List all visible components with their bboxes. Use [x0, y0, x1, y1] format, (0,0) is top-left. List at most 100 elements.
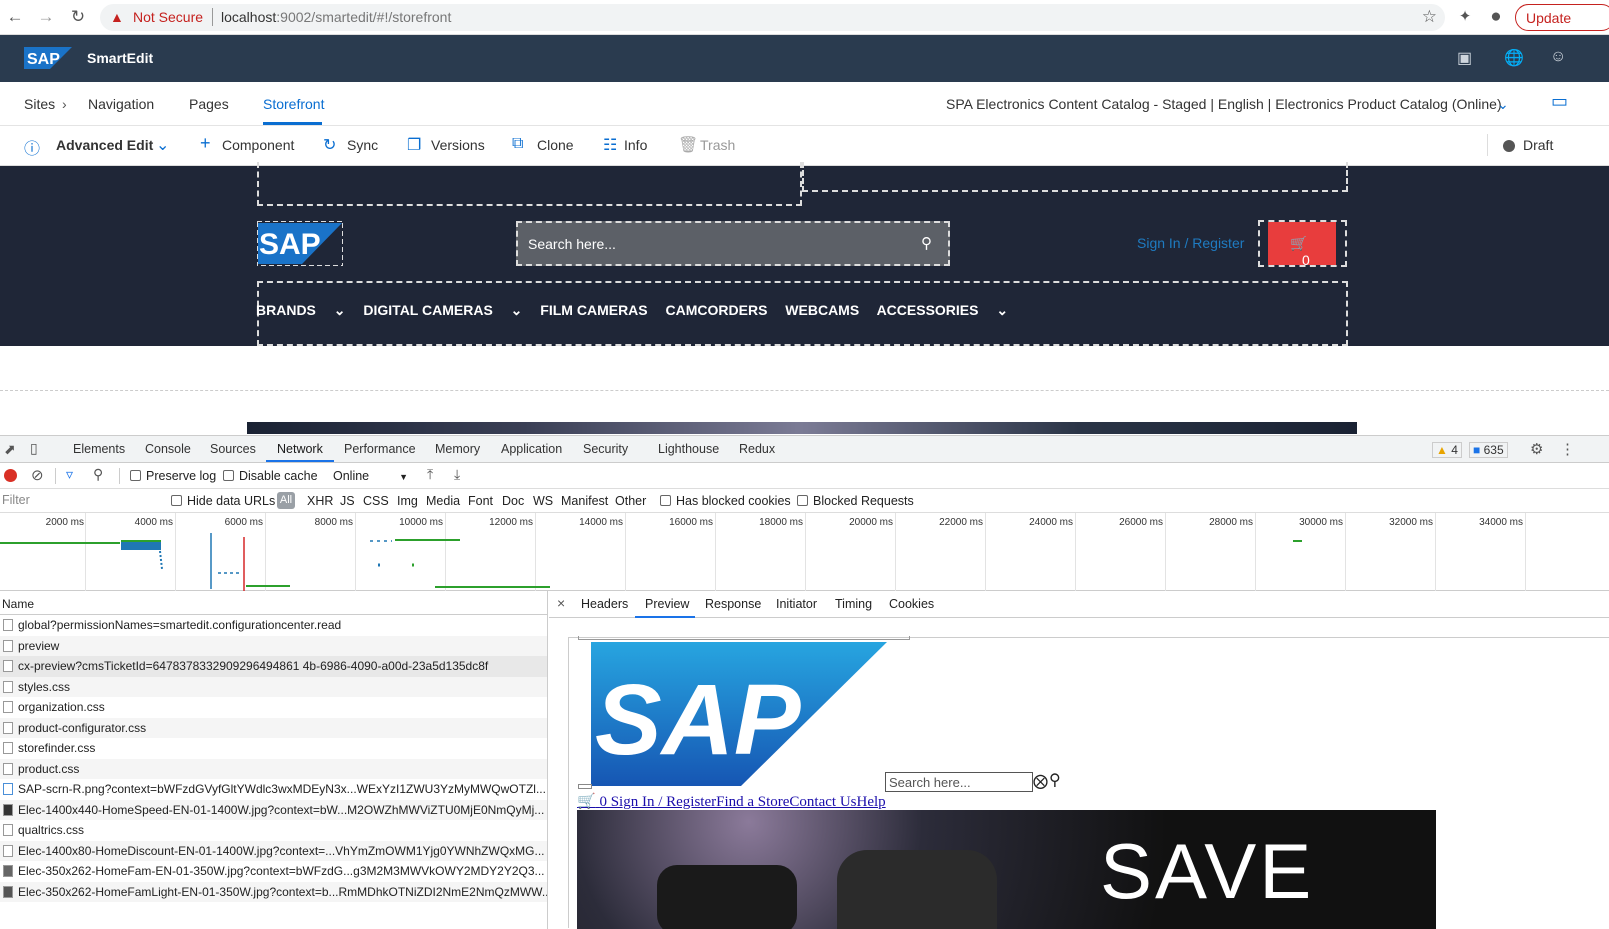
address-bar[interactable]: ▲ Not Secure localhost:9002/smartedit/#!… [100, 4, 1445, 31]
import-icon[interactable]: ⤒ [427, 466, 433, 483]
device-icon[interactable]: ▭ [1551, 91, 1568, 112]
table-row[interactable]: styles.css [0, 676, 547, 697]
settings-icon[interactable]: ⚙ [1530, 440, 1543, 458]
clone-icon[interactable]: ⧉ [512, 135, 523, 153]
tab-redux[interactable]: Redux [739, 442, 775, 456]
table-row[interactable]: product.css [0, 758, 547, 779]
menu-brands[interactable]: BRANDS ⌄ [256, 302, 346, 318]
table-row[interactable]: Elec-1400x440-HomeSpeed-EN-01-1400W.jpg?… [0, 799, 547, 820]
blocked-cookies-checkbox[interactable]: Has blocked cookies [660, 494, 791, 508]
update-button[interactable]: Update [1515, 4, 1609, 31]
info-button[interactable]: Info [624, 137, 647, 153]
menu-film-cameras[interactable]: FILM CAMERAS [540, 302, 647, 318]
throttle-select[interactable]: Online ▼ [333, 469, 408, 483]
table-row[interactable]: qualtrics.css [0, 820, 547, 841]
more-icon[interactable]: ⋮ [1560, 440, 1575, 458]
close-icon[interactable]: × [557, 595, 565, 611]
menu-camcorders[interactable]: CAMCORDERS [666, 302, 768, 318]
warnings-badge[interactable]: ▲ 4 [1432, 442, 1462, 458]
tab-lighthouse[interactable]: Lighthouse [658, 442, 719, 456]
tab-preview[interactable]: Preview [645, 597, 689, 611]
table-row[interactable]: Elec-1400x80-HomeDiscount-EN-01-1400W.jp… [0, 840, 547, 861]
table-row[interactable]: SAP-scrn-R.png?context=bWFzdGVyfGltYWdlc… [0, 779, 547, 800]
type-img[interactable]: Img [397, 494, 418, 508]
slot-outline[interactable] [802, 162, 1348, 192]
page-info-icon[interactable]: ☷ [603, 135, 617, 155]
clear-icon[interactable]: ⨂ [1033, 772, 1048, 790]
nav-storefront[interactable]: Storefront [263, 96, 324, 112]
tab-headers[interactable]: Headers [581, 597, 628, 611]
type-js[interactable]: JS [340, 494, 355, 508]
nav-pages[interactable]: Pages [189, 96, 229, 112]
type-doc[interactable]: Doc [502, 494, 524, 508]
tab-performance[interactable]: Performance [344, 442, 416, 456]
tab-response[interactable]: Response [705, 597, 761, 611]
catalog-selector[interactable]: SPA Electronics Content Catalog - Staged… [946, 96, 1502, 112]
type-manifest[interactable]: Manifest [561, 494, 608, 508]
blocked-requests-checkbox[interactable]: Blocked Requests [797, 494, 914, 508]
table-row[interactable]: organization.css [0, 697, 547, 718]
sync-button[interactable]: Sync [347, 137, 378, 153]
type-font[interactable]: Font [468, 494, 493, 508]
column-header-name[interactable]: Name [0, 591, 547, 615]
tab-memory[interactable]: Memory [435, 442, 480, 456]
filter-icon[interactable]: ▿ [66, 466, 73, 483]
type-media[interactable]: Media [426, 494, 460, 508]
versions-button[interactable]: Versions [431, 137, 485, 153]
clone-button[interactable]: Clone [537, 137, 574, 153]
type-css[interactable]: CSS [363, 494, 389, 508]
export-icon[interactable]: ⤓ [454, 466, 460, 483]
search-icon[interactable]: ⚲ [921, 234, 932, 252]
nav-sites[interactable]: Sites [24, 96, 55, 112]
filter-input[interactable]: Filter [2, 493, 157, 511]
globe-icon[interactable]: 🌐 [1504, 48, 1524, 68]
tab-elements[interactable]: Elements [73, 442, 125, 456]
preview-search-input[interactable]: Search here... [885, 772, 1033, 792]
type-ws[interactable]: WS [533, 494, 553, 508]
search-icon[interactable]: ⚲ [93, 466, 103, 483]
chevron-down-icon[interactable]: ⌄ [156, 135, 169, 155]
reload-icon[interactable]: ↻ [67, 6, 89, 28]
table-row[interactable]: global?permissionNames=smartedit.configu… [0, 615, 547, 636]
forward-icon[interactable]: → [35, 6, 57, 28]
type-all[interactable]: All [277, 492, 295, 509]
search-box[interactable]: Search here... ⚲ [516, 221, 950, 266]
component-button[interactable]: Component [222, 137, 294, 153]
table-row[interactable]: cx-preview?cmsTicketId=64783783329092964… [0, 656, 547, 677]
tab-application[interactable]: Application [501, 442, 562, 456]
nav-navigation[interactable]: Navigation [88, 96, 154, 112]
table-row[interactable]: Elec-350x262-HomeFamLight-EN-01-350W.jpg… [0, 881, 547, 902]
chevron-down-icon[interactable]: ⌄ [1497, 96, 1509, 113]
preserve-log-checkbox[interactable]: Preserve log [130, 469, 216, 483]
clear-icon[interactable]: ⊘ [31, 466, 44, 484]
type-xhr[interactable]: XHR [307, 494, 333, 508]
plus-icon[interactable]: + [200, 133, 211, 154]
device-toggle-icon[interactable]: ▯ [30, 440, 38, 457]
info-circle-icon[interactable]: ⓘ [24, 135, 40, 159]
type-other[interactable]: Other [615, 494, 646, 508]
profile-icon[interactable]: ● [1485, 6, 1507, 28]
tab-console[interactable]: Console [145, 442, 191, 456]
menu-accessories[interactable]: ACCESSORIES ⌄ [877, 302, 1009, 318]
inspect-icon[interactable]: ⬈ [4, 441, 16, 458]
clipboard-icon[interactable]: ▣ [1457, 48, 1472, 68]
back-icon[interactable]: ← [4, 6, 26, 28]
menu-webcams[interactable]: WEBCAMS [785, 302, 859, 318]
preview-links[interactable]: 🛒 0 Sign In / RegisterFind a StoreContac… [577, 792, 886, 811]
storefront-logo[interactable]: SAP [257, 221, 343, 266]
hide-data-urls-checkbox[interactable]: Hide data URLs [171, 494, 275, 508]
user-icon[interactable]: ☺ [1550, 48, 1566, 66]
sign-in-link[interactable]: Sign In / Register [1137, 235, 1244, 251]
tab-sources[interactable]: Sources [210, 442, 256, 456]
extensions-icon[interactable]: ✦ [1454, 6, 1476, 28]
search-icon[interactable]: ⚲ [1049, 770, 1061, 790]
tab-timing[interactable]: Timing [835, 597, 872, 611]
tab-cookies[interactable]: Cookies [889, 597, 934, 611]
versions-icon[interactable]: ❐ [407, 135, 421, 155]
slot-outline[interactable] [257, 162, 802, 206]
menu-digital-cameras[interactable]: DIGITAL CAMERAS ⌄ [363, 302, 522, 318]
url-text[interactable]: localhost:9002/smartedit/#!/storefront [221, 9, 451, 25]
disable-cache-checkbox[interactable]: Disable cache [223, 469, 318, 483]
tab-initiator[interactable]: Initiator [776, 597, 817, 611]
tab-security[interactable]: Security [583, 442, 628, 456]
